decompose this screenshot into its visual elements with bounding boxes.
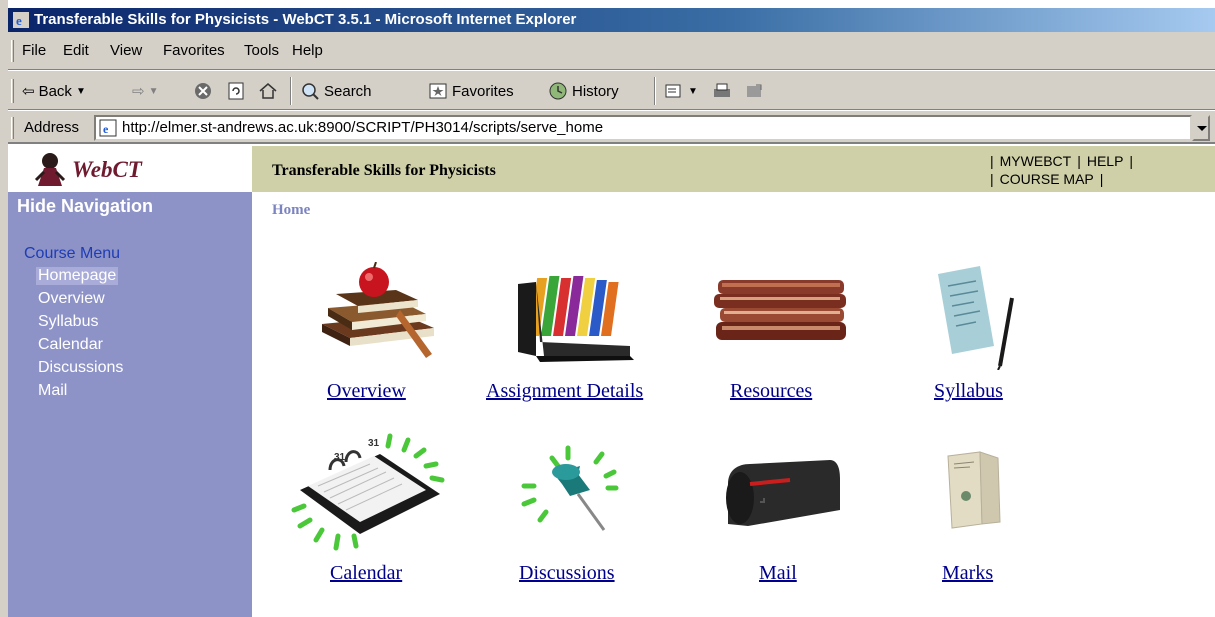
page-icon: e	[99, 119, 117, 137]
report-card-icon[interactable]	[944, 450, 1002, 530]
hide-navigation-link[interactable]: Hide Navigation	[17, 196, 153, 217]
top-links-row-2: | COURSE MAP |	[984, 170, 1139, 188]
menu-bar: File Edit View Favorites Tools Help	[8, 32, 1215, 70]
myw ebct-link[interactable]: MYWEBCT	[1000, 153, 1072, 169]
tool-assignment-details-link[interactable]: Assignment Details	[486, 380, 643, 403]
stop-button[interactable]	[193, 79, 213, 103]
link-separator: |	[1099, 171, 1104, 187]
search-label: Search	[324, 82, 372, 100]
toolbar-separator	[654, 77, 656, 105]
course-title: Transferable Skills for Physicists	[272, 162, 496, 179]
menu-favorites[interactable]: Favorites	[163, 42, 225, 59]
mail-envelope-icon	[665, 84, 681, 98]
search-button[interactable]: Search	[300, 79, 372, 103]
back-label: Back	[38, 82, 72, 100]
link-separator: |	[990, 171, 994, 187]
mailbox-icon[interactable]	[720, 458, 842, 532]
tool-calendar-link[interactable]: Calendar	[330, 562, 402, 585]
menu-view[interactable]: View	[110, 42, 142, 59]
toolbar-separator	[290, 77, 292, 105]
back-arrow-icon: ⇦	[22, 83, 35, 100]
address-bar: Address e http://elmer.st-andrews.ac.uk:…	[8, 110, 1215, 144]
history-button[interactable]: History	[548, 79, 619, 103]
webct-logo-icon	[34, 153, 66, 186]
favorites-button[interactable]: Favorites	[428, 79, 514, 103]
tool-resources-link[interactable]: Resources	[730, 380, 812, 403]
menu-grip	[11, 40, 14, 62]
ie-icon: e	[13, 12, 29, 28]
address-url: http://elmer.st-andrews.ac.uk:8900/SCRIP…	[122, 119, 604, 136]
sidebar-item-overview[interactable]: Overview	[38, 290, 105, 308]
edit-button[interactable]	[744, 79, 764, 103]
mail-dropdown-icon: ▼	[688, 85, 698, 97]
search-icon	[302, 83, 319, 100]
tool-marks-link[interactable]: Marks	[942, 562, 993, 585]
svg-text:31: 31	[334, 452, 346, 463]
favorites-icon	[429, 83, 447, 99]
pushpin-icon[interactable]	[518, 444, 626, 536]
link-separator: |	[990, 153, 994, 169]
back-button[interactable]: ⇦ Back ▼	[22, 79, 86, 103]
window-frame	[0, 0, 8, 617]
desk-calendar-icon[interactable]: 31 31	[290, 430, 452, 552]
home-icon	[259, 83, 277, 99]
sidebar-item-discussions[interactable]: Discussions	[38, 359, 123, 377]
tool-mail-link[interactable]: Mail	[759, 562, 797, 585]
file-sorter-icon[interactable]	[514, 272, 640, 362]
back-dropdown-icon: ▼	[75, 85, 86, 97]
history-icon	[549, 82, 567, 100]
top-links: | MYWEBCT | HELP | | COURSE MAP |	[984, 152, 1139, 188]
address-input[interactable]: e http://elmer.st-andrews.ac.uk:8900/SCR…	[94, 115, 1192, 141]
sidebar-item-syllabus[interactable]: Syllabus	[38, 313, 98, 331]
address-dropdown-button[interactable]	[1192, 115, 1210, 141]
tool-overview-link[interactable]: Overview	[327, 380, 406, 403]
window-title: Transferable Skills for Physicists - Web…	[34, 11, 577, 28]
history-label: History	[572, 82, 619, 100]
breadcrumb: Home	[272, 202, 311, 218]
link-separator: |	[1077, 153, 1081, 169]
tool-syllabus-link[interactable]: Syllabus	[934, 380, 1003, 403]
tool-discussions-link[interactable]: Discussions	[519, 562, 615, 585]
stop-icon	[195, 83, 211, 99]
address-grip	[11, 117, 14, 139]
refresh-icon	[228, 82, 244, 100]
svg-text:e: e	[16, 13, 22, 28]
toolbar-grip	[11, 79, 14, 103]
edit-icon	[747, 84, 762, 97]
sidebar-item-calendar[interactable]: Calendar	[38, 336, 103, 354]
document-pen-icon[interactable]	[930, 262, 1022, 370]
course-map-link[interactable]: COURSE MAP	[1000, 171, 1094, 187]
sidebar-item-mail[interactable]: Mail	[38, 382, 67, 400]
svg-text:31: 31	[368, 438, 380, 449]
webct-logo-text: WebCT	[72, 157, 142, 182]
menu-help[interactable]: Help	[292, 42, 323, 59]
top-links-row-1: | MYWEBCT | HELP |	[984, 152, 1139, 170]
stacked-books-icon[interactable]	[712, 274, 850, 346]
window-title-bar: e Transferable Skills for Physicists - W…	[8, 8, 1215, 32]
print-icon	[714, 83, 730, 97]
refresh-button[interactable]	[226, 79, 246, 103]
favorites-label: Favorites	[452, 82, 514, 100]
link-separator: |	[1129, 153, 1134, 169]
help-link[interactable]: HELP	[1087, 153, 1124, 169]
books-apple-icon[interactable]	[314, 262, 444, 362]
sidebar-item-homepage[interactable]: Homepage	[36, 267, 119, 285]
mail-button[interactable]: ▼	[664, 79, 698, 103]
forward-arrow-icon: ⇨	[132, 83, 145, 100]
svg-text:e: e	[103, 122, 109, 136]
menu-tools[interactable]: Tools	[244, 42, 279, 59]
toolbar: ⇦ Back ▼ ⇨ ▼ Search Favorites History ▼	[8, 70, 1215, 110]
print-button[interactable]	[712, 79, 732, 103]
menu-file[interactable]: File	[22, 42, 46, 59]
course-menu-title: Course Menu	[24, 245, 121, 262]
menu-edit[interactable]: Edit	[63, 42, 89, 59]
address-label: Address	[24, 119, 80, 136]
home-button[interactable]	[258, 79, 278, 103]
forward-dropdown-icon: ▼	[148, 85, 159, 97]
forward-button[interactable]: ⇨ ▼	[132, 79, 158, 103]
